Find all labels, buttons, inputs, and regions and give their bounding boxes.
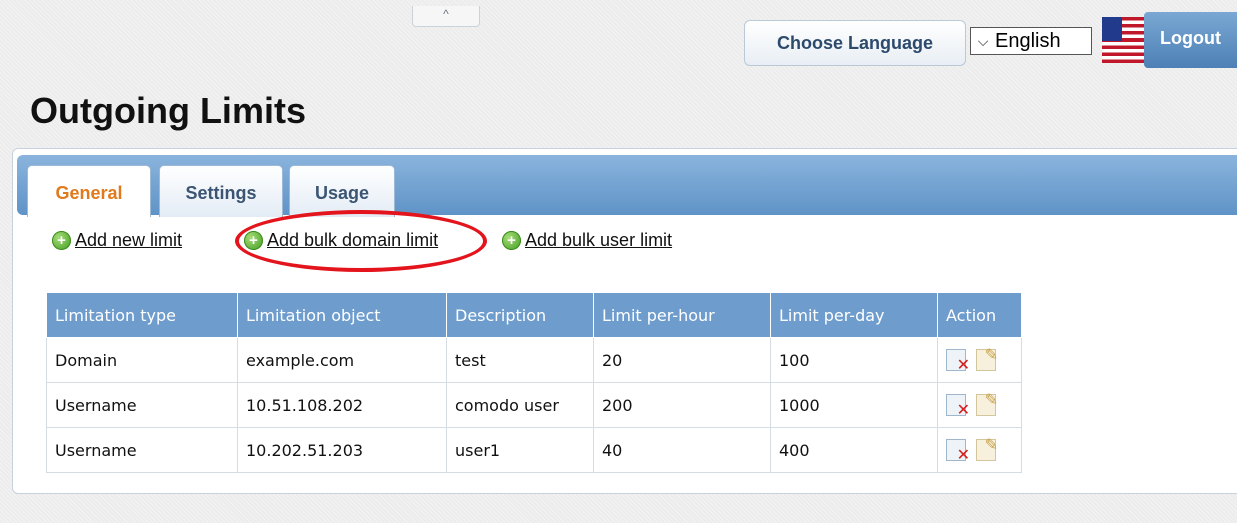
limits-table: Limitation type Limitation object Descri… xyxy=(46,292,1022,473)
col-limit-per-hour: Limit per-hour xyxy=(593,292,771,338)
page-title: Outgoing Limits xyxy=(30,90,306,131)
cell-limitation-type: Username xyxy=(46,427,238,473)
add-new-limit-link[interactable]: Add new limit xyxy=(75,230,182,251)
cell-action xyxy=(937,427,1022,473)
tab-usage-label: Usage xyxy=(314,183,370,203)
tab-general[interactable]: General xyxy=(27,165,151,217)
tab-settings-label: Settings xyxy=(185,183,257,203)
table-header-row: Limitation type Limitation object Descri… xyxy=(46,292,1022,338)
edit-icon[interactable] xyxy=(976,435,998,461)
table-row: Username 10.202.51.203 user1 40 400 xyxy=(46,427,1022,473)
col-limit-per-day: Limit per-day xyxy=(770,292,938,338)
delete-icon[interactable] xyxy=(946,349,970,374)
add-bulk-user-limit-link[interactable]: Add bulk user limit xyxy=(525,230,672,251)
choose-language-button[interactable]: Choose Language xyxy=(744,20,966,66)
col-description: Description xyxy=(446,292,594,338)
delete-icon[interactable] xyxy=(946,394,970,419)
cell-limit-per-hour: 200 xyxy=(593,382,771,428)
cell-description: test xyxy=(446,337,594,383)
col-action: Action xyxy=(937,292,1022,338)
collapse-header-tab[interactable]: ^ xyxy=(412,6,480,27)
chevron-down-icon: ⌵ xyxy=(977,32,989,49)
plus-circle-icon: + xyxy=(244,231,263,250)
tab-general-label: General xyxy=(55,183,123,203)
tab-settings[interactable]: Settings xyxy=(159,165,283,217)
chevron-up-icon: ^ xyxy=(443,7,449,21)
cell-limit-per-hour: 20 xyxy=(593,337,771,383)
add-bulk-domain-limit-link[interactable]: Add bulk domain limit xyxy=(267,230,438,251)
table-row: Username 10.51.108.202 comodo user 200 1… xyxy=(46,382,1022,428)
cell-limit-per-day: 400 xyxy=(770,427,938,473)
tab-bar: General Settings Usage xyxy=(17,155,1237,217)
language-select[interactable]: ⌵ English xyxy=(970,27,1092,55)
cell-limitation-type: Domain xyxy=(46,337,238,383)
cell-description: user1 xyxy=(446,427,594,473)
plus-circle-icon: + xyxy=(502,231,521,250)
edit-icon[interactable] xyxy=(976,390,998,416)
add-bulk-user-limit-action: + Add bulk user limit xyxy=(502,230,672,251)
tab-usage[interactable]: Usage xyxy=(289,165,395,217)
action-links: + Add new limit + Add bulk domain limit … xyxy=(40,230,840,260)
language-selected-value: English xyxy=(995,29,1061,52)
cell-limitation-object: 10.202.51.203 xyxy=(237,427,447,473)
cell-action xyxy=(937,382,1022,428)
cell-action xyxy=(937,337,1022,383)
edit-icon[interactable] xyxy=(976,345,998,371)
flag-canton xyxy=(1102,17,1122,41)
cell-limitation-type: Username xyxy=(46,382,238,428)
cell-limit-per-hour: 40 xyxy=(593,427,771,473)
col-limitation-type: Limitation type xyxy=(46,292,238,338)
cell-limit-per-day: 1000 xyxy=(770,382,938,428)
plus-circle-icon: + xyxy=(52,231,71,250)
table-row: Domain example.com test 20 100 xyxy=(46,337,1022,383)
cell-limitation-object: 10.51.108.202 xyxy=(237,382,447,428)
cell-description: comodo user xyxy=(446,382,594,428)
col-limitation-object: Limitation object xyxy=(237,292,447,338)
add-bulk-domain-limit-action: + Add bulk domain limit xyxy=(244,230,438,251)
cell-limitation-object: example.com xyxy=(237,337,447,383)
delete-icon[interactable] xyxy=(946,439,970,464)
cell-limit-per-day: 100 xyxy=(770,337,938,383)
logout-button[interactable]: Logout xyxy=(1144,12,1237,68)
choose-language-label: Choose Language xyxy=(776,32,933,53)
us-flag-icon[interactable] xyxy=(1102,17,1144,63)
logout-label: Logout xyxy=(1160,28,1221,48)
add-new-limit-action: + Add new limit xyxy=(52,230,182,251)
